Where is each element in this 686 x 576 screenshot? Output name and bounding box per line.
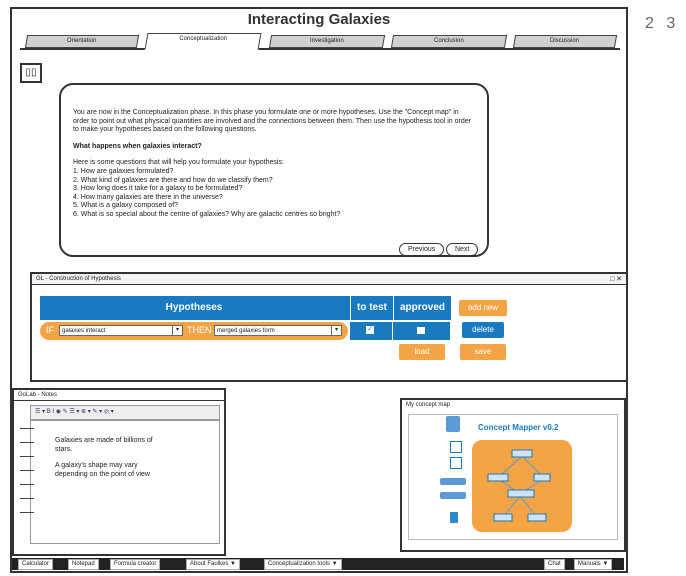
previous-button[interactable]: Previous: [399, 243, 445, 256]
intro-question: What happens when galaxies interact?: [73, 142, 202, 150]
conceptualization-tools-dropdown[interactable]: Conceptualization tools ▼: [264, 559, 342, 570]
next-button[interactable]: Next: [446, 243, 479, 256]
relation-tool-icon[interactable]: [450, 457, 462, 469]
formula-creator-button[interactable]: Formula creator: [110, 559, 161, 570]
intro-lead: Here is some questions that will help yo…: [73, 159, 284, 167]
chevron-down-icon: ▾: [331, 326, 341, 335]
if-label: IF: [46, 325, 54, 335]
intro-item: 1. How are galaxies formulated?: [73, 167, 174, 175]
note-text: Galaxies are made of billions of stars. …: [55, 437, 153, 478]
hypotheses-column-header: Hypotheses: [40, 296, 348, 320]
tab-investigation[interactable]: Investigation: [268, 35, 386, 48]
intro-paragraph: You are now in the Conceptualization pha…: [73, 109, 471, 134]
concept-tool-icon[interactable]: [450, 441, 462, 453]
trash-icon[interactable]: [450, 512, 458, 523]
concept-map-graph: [487, 449, 551, 522]
notebook-ring-icon: [20, 498, 34, 499]
intro-item: 6. What is so special about the centre o…: [73, 210, 341, 218]
intro-item: 2. What kind of galaxies are there and h…: [73, 176, 273, 184]
concept-mapper-title: Concept Mapper v0.2: [478, 423, 559, 432]
hypothesis-tool-title: GL - Construction of Hypothesis: [32, 274, 626, 285]
notebook-ring-icon: [20, 428, 34, 429]
notepad-button[interactable]: Notepad: [68, 559, 99, 570]
chat-button[interactable]: Chat: [544, 559, 565, 570]
notebook-ring-icon: [20, 456, 34, 457]
delete-button[interactable]: delete: [462, 322, 504, 338]
hypotheses-header: Hypotheses to test approved: [40, 296, 451, 320]
book-icon[interactable]: ▯▯: [20, 63, 42, 83]
page-number: 2 3: [645, 15, 680, 32]
notebook-ring-icon: [20, 512, 34, 513]
add-new-button[interactable]: add new: [459, 300, 507, 316]
notes-title: GoLab - Notes: [14, 390, 224, 401]
concept-button[interactable]: [440, 478, 466, 485]
notebook-ring-icon: [20, 484, 34, 485]
intro-item: 3. How long does it take for a galaxy to…: [73, 185, 243, 193]
bottom-toolbar: Calculator Notepad Formula creator About…: [12, 558, 624, 570]
tab-discussion[interactable]: Discussion: [512, 35, 618, 48]
notebook-ring-icon: [20, 442, 34, 443]
tab-orientation[interactable]: Orientation: [24, 35, 140, 48]
intro-item: 5. What is a galaxy composed of?: [73, 202, 179, 210]
calculator-button[interactable]: Calculator: [18, 559, 54, 570]
then-label: THEN: [187, 325, 212, 335]
to-test-checkbox[interactable]: ✓: [366, 326, 374, 334]
phase-tabs: Orientation Conceptualization Investigat…: [20, 33, 620, 50]
approved-cell: [393, 322, 450, 340]
to-test-cell: ✓: [350, 322, 392, 340]
tab-conclusion[interactable]: Conclusion: [390, 35, 508, 48]
if-select[interactable]: galaxies interact ▾: [59, 325, 183, 336]
chevron-down-icon: ▾: [172, 326, 182, 335]
save-button[interactable]: save: [460, 344, 506, 360]
window-controls[interactable]: □ ✕: [610, 275, 622, 283]
tab-conceptualization[interactable]: Conceptualization: [144, 33, 262, 50]
manuals-dropdown[interactable]: Manuals ▼: [574, 559, 613, 570]
notebook-ring-icon: [20, 470, 34, 471]
notes-toolbar[interactable]: ☰ ▾ B I ◉ ✎ ☰ ▾ ≣ ▾ ✎ ▾ ◎ ▾: [30, 405, 220, 420]
intro-item: 4. How many galaxies are there in the un…: [73, 193, 223, 201]
concept-map-area[interactable]: [472, 440, 572, 532]
hypothesis-row: IF galaxies interact ▾ THEN merged galaxi…: [40, 322, 348, 340]
approved-column-header: approved: [393, 296, 451, 320]
golab-logo-icon: [446, 416, 460, 432]
about-faulkes-dropdown[interactable]: About Faulkes ▼: [186, 559, 240, 570]
load-button[interactable]: load: [399, 344, 445, 360]
relation-button[interactable]: [440, 492, 466, 499]
concept-map-title: My concept map: [406, 402, 451, 408]
app-title: Interacting Galaxies: [247, 11, 391, 28]
approved-checkbox[interactable]: [417, 327, 425, 334]
intro-speech-bubble: You are now in the Conceptualization pha…: [59, 83, 489, 257]
then-select[interactable]: merged galaxies form ▾: [214, 325, 342, 336]
to-test-column-header: to test: [350, 296, 393, 320]
